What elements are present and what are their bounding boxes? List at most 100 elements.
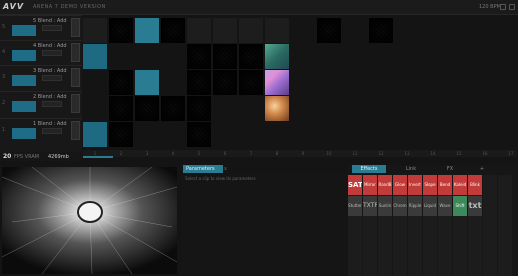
clip-thumbnail[interactable] xyxy=(187,44,211,69)
layer-blend-button[interactable] xyxy=(42,25,62,31)
effect-tile[interactable]: RandB xyxy=(378,175,392,195)
layer-row[interactable]: 4 4 Blend : Add xyxy=(0,40,82,64)
layer-side-handle[interactable] xyxy=(71,121,80,140)
effect-tile[interactable]: TXTR xyxy=(363,196,377,216)
effect-tile[interactable]: Stutter xyxy=(348,196,362,216)
clip-thumbnail[interactable] xyxy=(187,70,211,95)
clip-thumbnail[interactable] xyxy=(213,44,237,69)
effect-tile[interactable]: txt xyxy=(468,196,482,216)
clip-thumbnail[interactable] xyxy=(213,70,237,95)
clip-slot[interactable] xyxy=(239,18,263,43)
effect-tile[interactable]: Slope xyxy=(423,175,437,195)
layer-number: 1 xyxy=(2,127,6,133)
column-number[interactable]: 14 xyxy=(421,151,445,156)
layer-blend-button[interactable] xyxy=(42,128,62,134)
clip-thumbnail[interactable] xyxy=(135,70,159,95)
clip-slot[interactable] xyxy=(83,18,107,43)
layer-blend-button[interactable] xyxy=(42,75,62,81)
clip-slot[interactable] xyxy=(213,18,237,43)
clip-thumbnail[interactable] xyxy=(83,122,107,147)
column-number[interactable]: 17 xyxy=(499,151,518,156)
clip-thumbnail[interactable] xyxy=(239,44,263,69)
column-number[interactable]: 16 xyxy=(473,151,497,156)
clip-thumbnail[interactable] xyxy=(161,18,185,43)
clip-slot[interactable] xyxy=(265,18,289,43)
status-row xyxy=(0,152,82,161)
column-number[interactable]: 8 xyxy=(265,151,289,156)
clip-thumbnail[interactable] xyxy=(317,18,341,43)
column-number[interactable]: 15 xyxy=(447,151,471,156)
layer-row[interactable]: 2 2 Blend : Add xyxy=(0,91,82,115)
column-number[interactable]: 4 xyxy=(161,151,185,156)
clip-thumbnail[interactable] xyxy=(265,96,289,121)
layer-blend-button[interactable] xyxy=(42,101,62,107)
effect-tile[interactable]: Sunlin xyxy=(378,196,392,216)
clip-thumbnail[interactable] xyxy=(239,70,263,95)
layer-name[interactable]: 1 Blend : Add xyxy=(33,121,67,127)
clip-thumbnail[interactable] xyxy=(187,122,211,147)
column-number[interactable]: 6 xyxy=(213,151,237,156)
clip-thumbnail[interactable] xyxy=(265,44,289,69)
clip-thumbnail[interactable] xyxy=(369,18,393,43)
layer-blend-button[interactable] xyxy=(42,50,62,56)
clip-thumbnail[interactable] xyxy=(109,18,133,43)
layer-name[interactable]: 2 Blend : Add xyxy=(33,94,67,100)
output-preview[interactable] xyxy=(2,167,177,274)
column-number[interactable]: 5 xyxy=(187,151,211,156)
layer-name[interactable]: 3 Blend : Add xyxy=(33,68,67,74)
layer-side-handle[interactable] xyxy=(71,18,80,37)
effect-tile[interactable]: Glow xyxy=(393,175,407,195)
effect-tile[interactable]: Wave xyxy=(438,196,452,216)
effect-tile[interactable]: Invert xyxy=(408,175,422,195)
settings-icon[interactable] xyxy=(509,4,515,10)
effect-tile[interactable]: Blink xyxy=(468,175,482,195)
clip-slot[interactable] xyxy=(187,18,211,43)
column-number[interactable]: 9 xyxy=(291,151,315,156)
layer-opacity-bar[interactable] xyxy=(12,75,36,86)
layer-side-handle[interactable] xyxy=(71,68,80,87)
effect-tile[interactable]: Chrom xyxy=(393,196,407,216)
clip-thumbnail[interactable] xyxy=(109,96,133,121)
clip-thumbnail[interactable] xyxy=(161,96,185,121)
effect-tile[interactable]: Ripple xyxy=(408,196,422,216)
tab-add[interactable]: + xyxy=(472,165,492,173)
tab-fx[interactable]: FX xyxy=(436,165,464,173)
column-number[interactable]: 11 xyxy=(343,151,367,156)
layer-opacity-bar[interactable] xyxy=(12,128,36,139)
layer-opacity-bar[interactable] xyxy=(12,50,36,61)
column-number[interactable]: 7 xyxy=(239,151,263,156)
layer-opacity-bar[interactable] xyxy=(12,101,36,112)
layer-name[interactable]: 4 Blend : Add xyxy=(33,43,67,49)
column-number[interactable]: 12 xyxy=(369,151,393,156)
clip-thumbnail[interactable] xyxy=(135,18,159,43)
layer-row[interactable]: 3 3 Blend : Add xyxy=(0,65,82,89)
layer-opacity-bar[interactable] xyxy=(12,25,36,36)
tab-parameters[interactable]: Parameters xyxy=(183,165,223,173)
layer-side-handle[interactable] xyxy=(71,43,80,62)
clip-thumbnail[interactable] xyxy=(109,122,133,147)
clip-thumbnail[interactable] xyxy=(187,96,211,121)
close-icon[interactable]: x xyxy=(224,166,227,172)
column-bar: 1 2 3 4 5 6 7 8 9 10 11 12 13 14 15 16 1… xyxy=(83,150,517,157)
clip-thumbnail[interactable] xyxy=(265,70,289,95)
layer-side-handle[interactable] xyxy=(71,94,80,113)
effect-tile[interactable]: Bend xyxy=(438,175,452,195)
effect-tile[interactable]: Shift xyxy=(453,196,467,216)
play-icon[interactable] xyxy=(500,4,506,10)
effect-tile[interactable]: Liquid xyxy=(423,196,437,216)
clip-thumbnail[interactable] xyxy=(109,70,133,95)
effect-tile[interactable]: Kaleid xyxy=(453,175,467,195)
bpm-display[interactable]: 120 BPM xyxy=(479,4,501,10)
column-number[interactable]: 13 xyxy=(395,151,419,156)
layer-row[interactable]: 5 5 Blend : Add xyxy=(0,15,82,39)
clip-thumbnail[interactable] xyxy=(83,44,107,69)
column-number[interactable]: 3 xyxy=(135,151,159,156)
clip-thumbnail[interactable] xyxy=(135,96,159,121)
layer-row[interactable]: 1 1 Blend : Add xyxy=(0,118,82,142)
tab-link[interactable]: Link xyxy=(394,165,428,173)
tab-effects[interactable]: Effects xyxy=(352,165,386,173)
column-number[interactable]: 10 xyxy=(317,151,341,156)
layer-name[interactable]: 5 Blend : Add xyxy=(33,18,67,24)
effect-tile[interactable]: Mirror xyxy=(363,175,377,195)
effect-tile[interactable]: SAT xyxy=(348,175,362,195)
